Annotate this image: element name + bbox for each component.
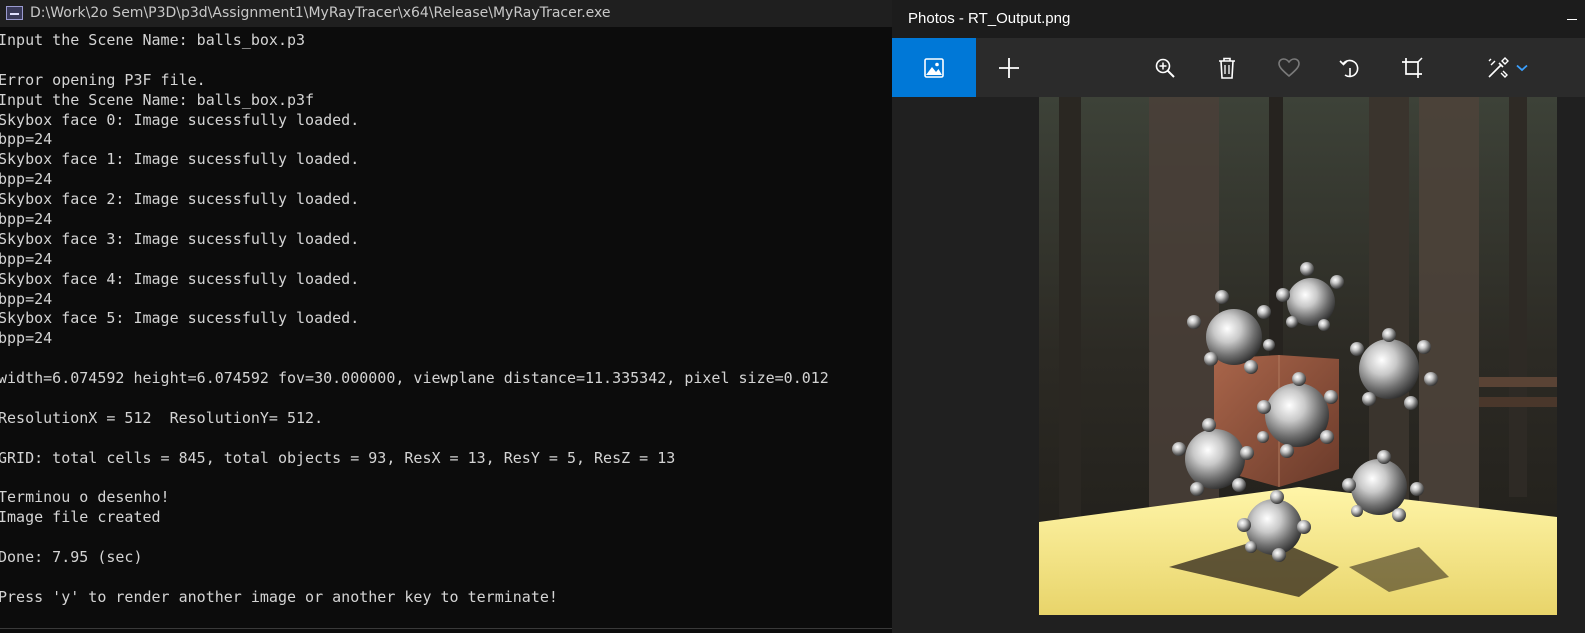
crop-button[interactable] [1390,38,1434,97]
delete-button[interactable] [1205,38,1249,97]
console-line: bpp=24 [0,329,53,348]
photos-titlebar[interactable]: Photos - RT_Output.png [892,0,1585,38]
add-button[interactable] [987,38,1031,97]
console-line: Input the Scene Name: balls_box.p3f [0,90,315,109]
minimize-button[interactable] [1555,0,1585,38]
console-line: Done: 7.95 (sec) [0,548,143,567]
console-line: Press 'y' to render another image or ano… [0,587,558,606]
console-line: Input the Scene Name: balls_box.p3 [0,31,306,49]
console-line: Image file created [0,508,161,527]
console-bottom-border [0,628,892,629]
console-line: Error opening P3F file. [0,70,206,89]
console-output[interactable]: Input the Scene Name: balls_box.p3 Error … [0,31,892,627]
photo-canvas [892,97,1585,633]
edit-create-icon [1488,56,1509,78]
console-line: ResolutionX = 512 ResolutionY= 512. [0,408,324,427]
view-photo-button[interactable] [892,38,976,97]
console-line: width=6.074592 height=6.074592 fov=30.00… [0,369,829,388]
console-line: Skybox face 1: Image sucessfully loaded. [0,150,360,169]
photos-window: Photos - RT_Output.png [892,0,1585,633]
console-line: Skybox face 2: Image sucessfully loaded. [0,190,360,209]
console-line: Skybox face 5: Image sucessfully loaded. [0,309,360,328]
console-line: bpp=24 [0,289,53,308]
plus-icon [999,57,1019,78]
chevron-down-icon [1516,64,1528,71]
console-line: bpp=24 [0,210,53,229]
console-line: Skybox face 4: Image sucessfully loaded. [0,269,360,288]
console-line: GRID: total cells = 845, total objects =… [0,448,676,467]
rotate-icon [1339,59,1359,77]
heart-icon [1278,57,1300,77]
crop-icon [1402,56,1423,78]
console-line: Terminou o desenho! [0,488,170,507]
console-line: Skybox face 0: Image sucessfully loaded. [0,110,360,129]
rendered-scene [1039,97,1557,615]
console-window: D:\Work\2o Sem\P3D\p3d\Assignment1\MyRay… [0,0,892,633]
rotate-button[interactable] [1328,38,1372,97]
console-line: bpp=24 [0,170,53,189]
console-titlebar[interactable]: D:\Work\2o Sem\P3D\p3d\Assignment1\MyRay… [0,0,892,27]
favorite-button[interactable] [1267,38,1311,97]
photos-toolbar [892,38,1585,97]
image-icon [924,57,944,78]
zoom-in-icon [1155,58,1175,78]
console-title: D:\Work\2o Sem\P3D\p3d\Assignment1\MyRay… [30,5,611,21]
photos-title: Photos - RT_Output.png [908,10,1071,27]
rendered-image[interactable] [1039,97,1557,615]
console-line: Skybox face 3: Image sucessfully loaded. [0,229,360,248]
console-app-icon [6,6,23,20]
trash-icon [1219,57,1235,79]
console-line: bpp=24 [0,130,53,149]
more-options-button[interactable] [1510,38,1534,97]
console-line: bpp=24 [0,249,53,268]
minimize-icon [1567,19,1577,20]
zoom-button[interactable] [1143,38,1187,97]
